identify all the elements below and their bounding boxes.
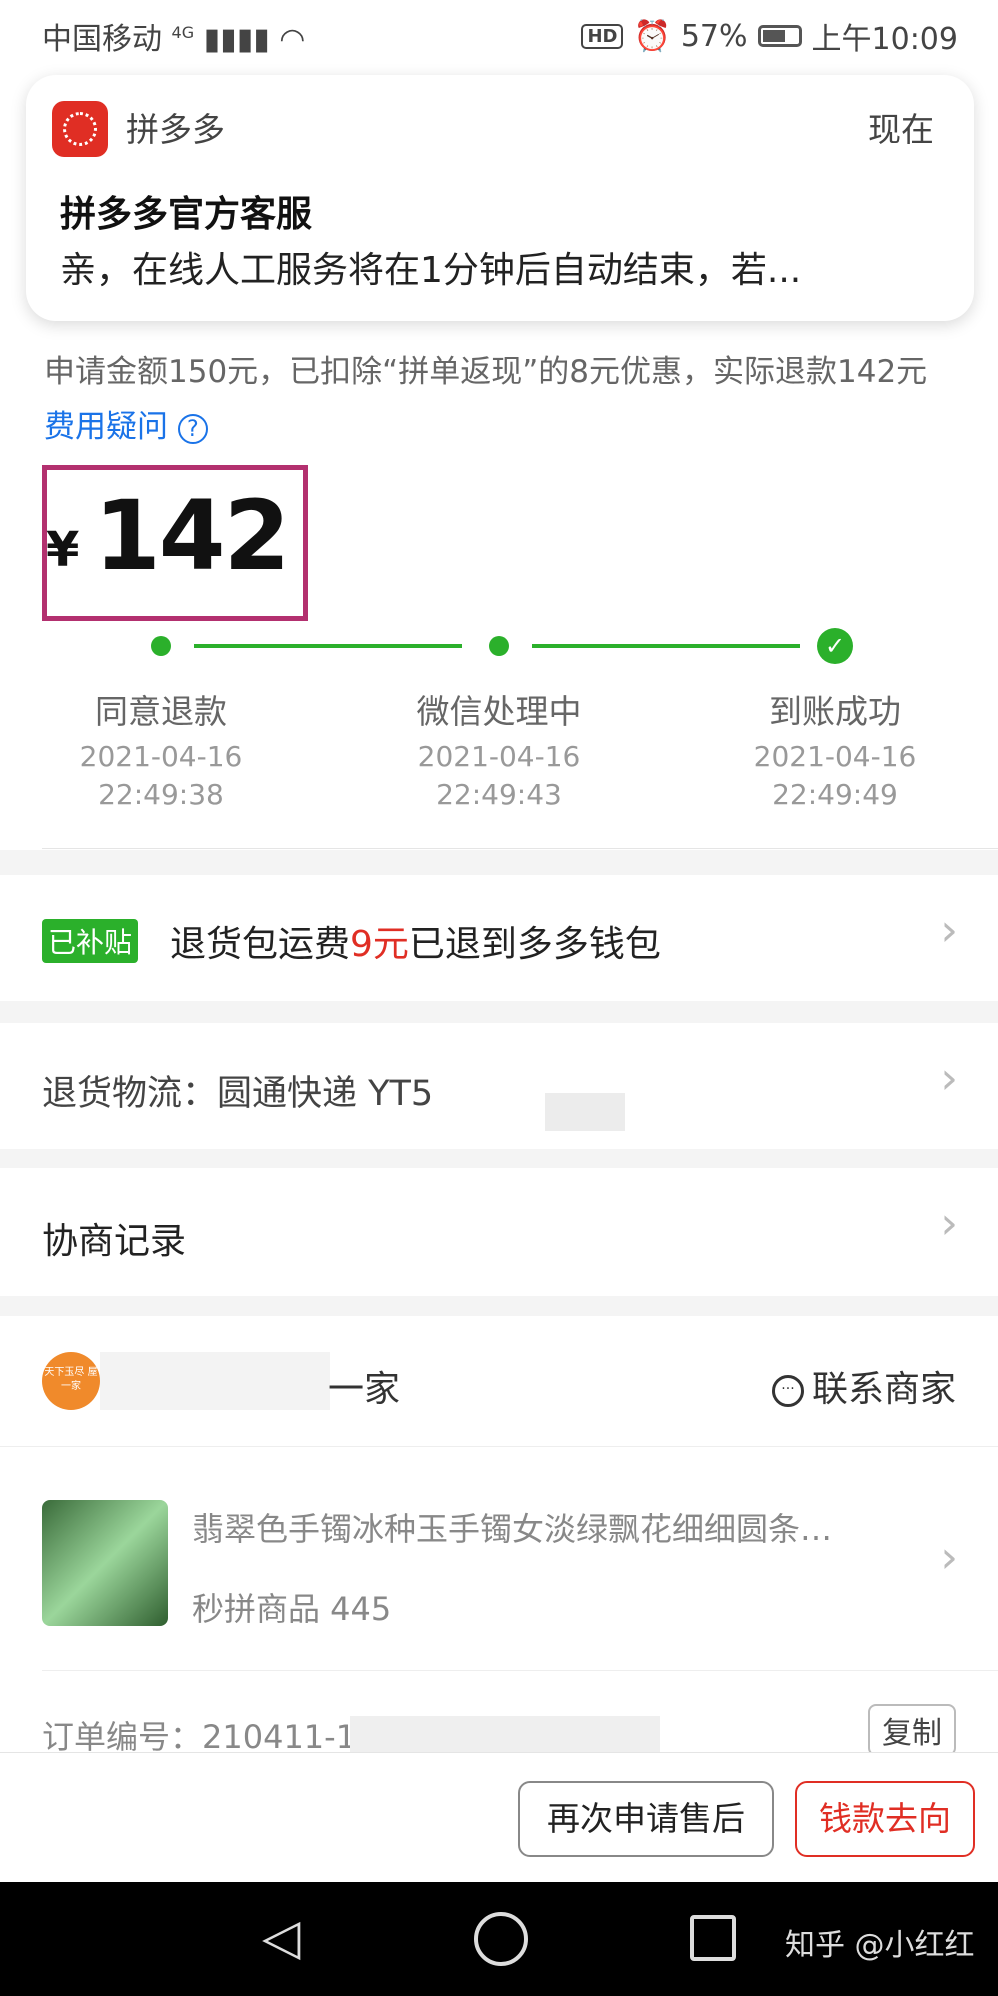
refund-info: 申请金额150元，已扣除“拼单返现”的8元优惠，实际退款142元 费用疑问 ? — [44, 345, 964, 455]
alarm-icon: ⏰ — [633, 18, 671, 54]
copy-button[interactable]: 复制 — [868, 1704, 956, 1756]
step-date-2: 2021-04-16 — [417, 740, 581, 773]
status-bar: 中国移动 4G ▮▮▮▮ ◠ HD ⏰ 57% 上午10:09 — [0, 0, 998, 70]
reapply-after-sale-button[interactable]: 再次申请售后 — [518, 1781, 774, 1857]
refund-info-text: 申请金额150元，已扣除“拼单返现”的8元优惠，实际退款142元 — [44, 354, 928, 390]
progress-line-2 — [532, 644, 800, 648]
notification-body: 亲，在线人工服务将在1分钟后自动结束，若... — [60, 250, 802, 291]
step-date-1: 2021-04-16 — [79, 740, 243, 773]
network-type: 4G — [171, 23, 195, 42]
help-icon[interactable]: ? — [177, 413, 208, 444]
currency-symbol: ¥ — [46, 522, 80, 578]
negotiation-record-row[interactable]: 协商记录 › — [0, 1168, 998, 1296]
pinduoduo-logo-icon — [52, 101, 108, 157]
signal-icon: ▮▮▮▮ — [203, 22, 270, 57]
return-shipping-subsidy-row[interactable]: 已补贴 退货包运费9元已退到多多钱包 › — [0, 875, 998, 1001]
step-label-1: 同意退款 — [95, 692, 227, 731]
step-label-2: 微信处理中 — [416, 692, 582, 731]
divider — [42, 848, 998, 849]
step-date-3: 2021-04-16 — [753, 740, 917, 773]
home-icon[interactable] — [474, 1912, 528, 1966]
battery-percent: 57% — [680, 18, 748, 54]
redacted-tracking — [545, 1093, 625, 1131]
subsidy-amount: 9元 — [350, 924, 409, 965]
clock: 上午10:09 — [811, 22, 958, 57]
product-subtitle: 秒拼商品 445 — [192, 1590, 392, 1628]
bottom-action-bar: 再次申请售后 钱款去向 — [0, 1752, 998, 1883]
notification-time: 现在 — [868, 110, 934, 149]
push-notification[interactable]: 拼多多 现在 拼多多官方客服 亲，在线人工服务将在1分钟后自动结束，若... — [26, 75, 974, 321]
shop-name[interactable]: 一家 — [328, 1360, 400, 1412]
watermark: 知乎 @小红红 — [785, 1928, 975, 1963]
step-dot-1 — [151, 636, 171, 656]
divider — [0, 1446, 998, 1447]
recents-icon[interactable] — [690, 1915, 736, 1961]
status-right: HD ⏰ 57% 上午10:09 — [581, 14, 958, 58]
carrier-label: 中国移动 4G ▮▮▮▮ ◠ — [42, 22, 306, 57]
step-dot-2 — [489, 636, 509, 656]
contact-seller-button[interactable]: ··· 联系商家 — [771, 1360, 956, 1412]
chevron-right-icon: › — [940, 905, 958, 956]
product-image[interactable] — [42, 1500, 168, 1626]
battery-icon — [757, 25, 802, 47]
step-time-3: 22:49:49 — [772, 778, 898, 811]
step-time-2: 22:49:43 — [436, 778, 562, 811]
order-card: 天下玉尽 屋一家 一家 ··· 联系商家 翡翠色手镯冰种玉手镯女淡绿飘花细细圆条…… — [0, 1316, 998, 1756]
fee-question-link[interactable]: 费用疑问 — [44, 409, 168, 445]
return-logistics-row[interactable]: 退货物流：圆通快递 YT5 › — [0, 1023, 998, 1149]
money-flow-button[interactable]: 钱款去向 — [795, 1781, 975, 1857]
chevron-right-icon: › — [940, 1532, 958, 1583]
shop-avatar[interactable]: 天下玉尽 屋一家 — [42, 1352, 100, 1410]
subsidy-badge: 已补贴 — [42, 919, 139, 963]
product-title[interactable]: 翡翠色手镯冰种玉手镯女淡绿飘花细细圆条… — [192, 1504, 832, 1550]
notification-app-name: 拼多多 — [126, 110, 225, 149]
chevron-right-icon: › — [940, 1198, 958, 1249]
redacted-order-number — [350, 1716, 660, 1756]
system-navigation-bar: ◁ 知乎 @小红红 — [0, 1882, 998, 1996]
chat-icon: ··· — [771, 1375, 804, 1407]
check-icon: ✓ — [817, 628, 853, 664]
step-time-1: 22:49:38 — [98, 778, 224, 811]
wifi-icon: ◠ — [279, 22, 306, 57]
notification-title: 拼多多官方客服 — [60, 194, 313, 235]
hd-icon: HD — [581, 23, 624, 49]
redacted-shop-name — [100, 1352, 330, 1410]
subsidy-text: 退货包运费9元已退到多多钱包 — [170, 924, 661, 965]
negotiation-label: 协商记录 — [42, 1221, 187, 1262]
logistics-label: 退货物流：圆通快递 YT5 — [42, 1074, 434, 1114]
summary-bottom — [0, 818, 998, 850]
back-icon[interactable]: ◁ — [262, 1908, 300, 1966]
progress-line-1 — [194, 644, 462, 648]
chevron-right-icon: › — [940, 1053, 958, 1104]
refund-amount: 142 — [94, 480, 290, 592]
divider — [42, 1670, 998, 1671]
step-label-3: 到账成功 — [769, 692, 901, 731]
